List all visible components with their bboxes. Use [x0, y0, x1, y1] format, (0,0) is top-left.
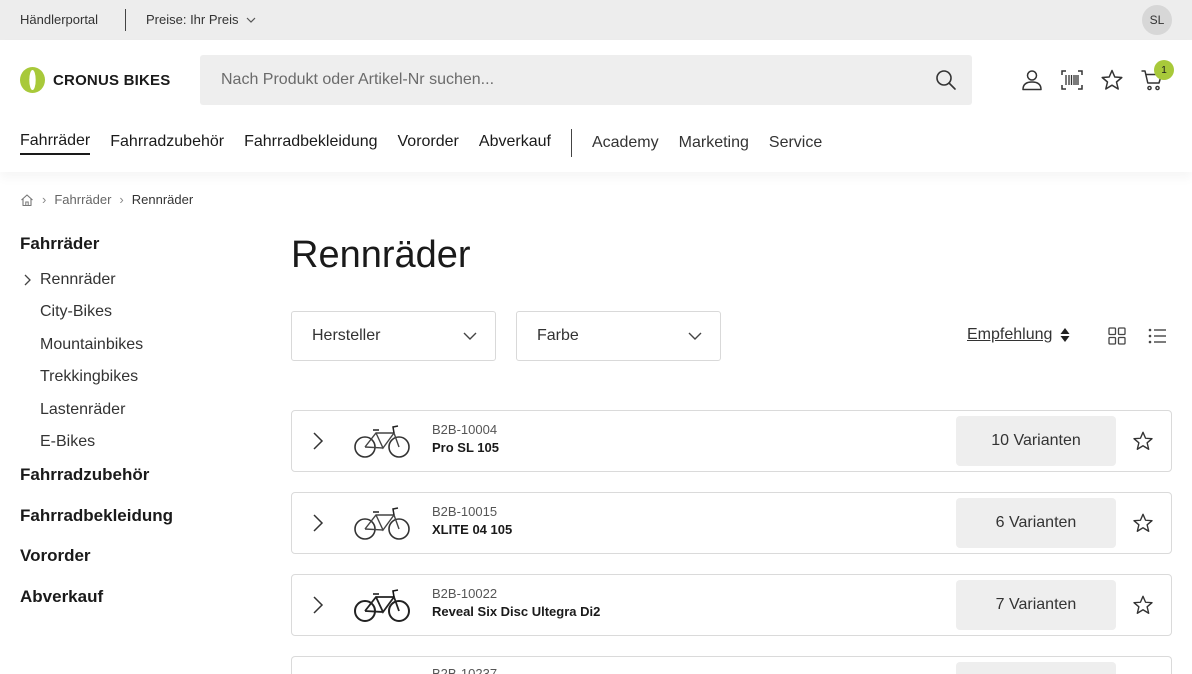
sidebar-item-e-bikes[interactable]: E-Bikes — [20, 433, 260, 465]
breadcrumb-current: Rennräder — [131, 192, 194, 207]
chevron-right-icon[interactable] — [312, 595, 324, 615]
search-icon[interactable] — [935, 69, 957, 91]
nav-divider — [570, 129, 572, 157]
chevron-down-icon — [247, 17, 256, 23]
variants-button[interactable]: 10 Varianten — [956, 416, 1116, 466]
sidebar-item-label: Rennräder — [40, 271, 116, 288]
sidebar-item-rennraeder[interactable]: Rennräder — [20, 271, 260, 303]
breadcrumb-separator: › — [42, 192, 47, 207]
brand-logo[interactable]: CRONUS BIKES — [20, 67, 170, 93]
sort-selector[interactable]: Empfehlung — [967, 326, 1070, 344]
search-input[interactable] — [200, 55, 900, 105]
chevron-down-icon — [688, 332, 702, 340]
portal-link[interactable]: Händlerportal — [20, 12, 98, 27]
product-sku: B2B-10237 — [432, 666, 498, 674]
sidebar-group-abverkauf[interactable]: Abverkauf — [20, 587, 260, 628]
home-icon[interactable] — [20, 193, 34, 207]
sidebar-heading[interactable]: Fahrräder — [20, 234, 260, 256]
sidebar-item-label: Mountainbikes — [40, 335, 144, 353]
price-selector[interactable]: Preise: Ihr Preis — [146, 12, 256, 27]
nav-item-vororder[interactable]: Vororder — [398, 133, 459, 154]
filter-label: Hersteller — [312, 327, 381, 344]
product-row: B2B-10015 XLITE 04 105 6 Varianten — [291, 492, 1172, 554]
cronus-logo-icon — [20, 67, 45, 93]
sidebar-item-label: E-Bikes — [40, 432, 96, 450]
bike-thumbnail-icon[interactable] — [354, 503, 410, 543]
chevron-down-icon — [463, 332, 477, 340]
sidebar-item-lastenraeder[interactable]: Lastenräder — [20, 401, 260, 433]
top-bar: Händlerportal Preise: Ihr Preis SL — [0, 0, 1192, 40]
sort-arrows-icon — [1060, 328, 1070, 342]
sidebar-item-label: Trekkingbikes — [40, 368, 139, 386]
favorite-star-icon[interactable] — [1132, 512, 1154, 534]
topbar-divider — [125, 9, 126, 31]
list-view-icon[interactable] — [1148, 327, 1166, 345]
main-navigation: Fahrräder Fahrradzubehör Fahrradbekleidu… — [20, 128, 842, 158]
nav-item-marketing[interactable]: Marketing — [679, 134, 749, 152]
sidebar-item-trekkingbikes[interactable]: Trekkingbikes — [20, 368, 260, 400]
search-bar — [200, 55, 972, 105]
grid-view-icon[interactable] — [1108, 327, 1126, 345]
favorite-star-icon[interactable] — [1132, 594, 1154, 616]
bike-thumbnail-icon[interactable] — [354, 585, 410, 625]
product-sku: B2B-10004 — [432, 422, 498, 437]
nav-item-service[interactable]: Service — [769, 134, 822, 152]
sidebar-group-vororder[interactable]: Vororder — [20, 546, 260, 587]
sidebar-group-fahrradbekleidung[interactable]: Fahrradbekleidung — [20, 506, 260, 547]
breadcrumb-link-fahrraeder[interactable]: Fahrräder — [54, 192, 111, 207]
sidebar-item-mountainbikes[interactable]: Mountainbikes — [20, 336, 260, 368]
cart-count-badge: 1 — [1154, 60, 1174, 80]
user-icon[interactable] — [1020, 68, 1044, 92]
breadcrumb: › Fahrräder › Rennräder — [20, 192, 193, 207]
filter-hersteller[interactable]: Hersteller — [291, 311, 496, 361]
nav-item-fahrraeder[interactable]: Fahrräder — [20, 132, 91, 155]
sidebar-group-fahrradzubehoer[interactable]: Fahrradzubehör — [20, 465, 260, 506]
wishlist-star-icon[interactable] — [1100, 68, 1124, 92]
favorite-star-icon[interactable] — [1132, 430, 1154, 452]
chevron-right-icon[interactable] — [312, 431, 324, 451]
variants-button[interactable]: 7 Varianten — [956, 580, 1116, 630]
variants-button[interactable]: 6 Varianten — [956, 498, 1116, 548]
product-row: B2B-10237 — [291, 656, 1172, 674]
sidebar-item-label: Lastenräder — [40, 400, 126, 418]
breadcrumb-separator: › — [119, 192, 124, 207]
site-header: CRONUS BIKES 1 Fahrräder Fahrradzubehör … — [0, 40, 1192, 172]
sidebar-item-label: City-Bikes — [40, 303, 113, 321]
chevron-right-icon[interactable] — [312, 513, 324, 533]
product-name[interactable]: Reveal Six Disc Ultegra Di2 — [432, 604, 600, 619]
bike-thumbnail-icon[interactable] — [354, 421, 410, 461]
sort-label: Empfehlung — [967, 326, 1053, 343]
price-label: Preise: Ihr Preis — [146, 12, 239, 27]
product-row: B2B-10022 Reveal Six Disc Ultegra Di2 7 … — [291, 574, 1172, 636]
page-title: Rennräder — [291, 234, 471, 276]
sidebar-item-city-bikes[interactable]: City-Bikes — [20, 303, 260, 335]
sidebar-subcategory-list: Rennräder City-Bikes Mountainbikes Trekk… — [20, 271, 260, 465]
brand-name: CRONUS BIKES — [53, 71, 171, 89]
product-sku: B2B-10022 — [432, 586, 498, 601]
product-sku: B2B-10015 — [432, 504, 498, 519]
filter-farbe[interactable]: Farbe — [516, 311, 721, 361]
filter-label: Farbe — [537, 327, 579, 344]
chevron-right-icon — [24, 274, 31, 286]
category-sidebar: Fahrräder Rennräder City-Bikes Mountainb… — [20, 234, 260, 627]
variants-button[interactable] — [956, 662, 1116, 674]
product-name[interactable]: Pro SL 105 — [432, 440, 499, 455]
avatar[interactable]: SL — [1142, 5, 1172, 35]
nav-item-fahrradbekleidung[interactable]: Fahrradbekleidung — [244, 133, 377, 154]
nav-item-academy[interactable]: Academy — [592, 134, 659, 152]
barcode-scan-icon[interactable] — [1060, 68, 1084, 92]
nav-item-fahrradzubehoer[interactable]: Fahrradzubehör — [110, 133, 224, 154]
product-row: B2B-10004 Pro SL 105 10 Varianten — [291, 410, 1172, 472]
nav-item-abverkauf[interactable]: Abverkauf — [479, 133, 551, 154]
product-name[interactable]: XLITE 04 105 — [432, 522, 512, 537]
